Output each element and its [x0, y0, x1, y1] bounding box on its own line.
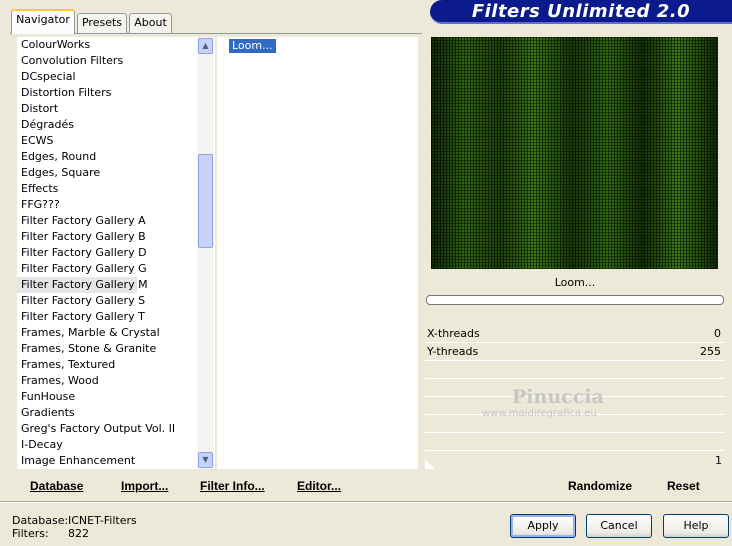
reset-button[interactable]: Reset: [667, 479, 700, 493]
param-slot-empty: [425, 361, 725, 379]
cancel-button[interactable]: Cancel: [586, 514, 652, 538]
status-key: Database:: [12, 514, 69, 527]
category-item[interactable]: Filter Factory Gallery A: [17, 213, 197, 229]
import-button[interactable]: Import...: [121, 479, 168, 493]
category-item[interactable]: FunHouse: [17, 389, 197, 405]
category-item[interactable]: Filter Factory Gallery T: [17, 309, 197, 325]
filter-info-button[interactable]: Filter Info...: [200, 479, 265, 493]
param-value: 255: [700, 345, 721, 358]
param-x-threads[interactable]: X-threads 0: [425, 325, 725, 343]
param-slot-empty: [425, 433, 725, 451]
editor-button[interactable]: Editor...: [297, 479, 341, 493]
slider-value: 1: [715, 454, 722, 467]
filter-item-loom[interactable]: Loom...: [229, 39, 276, 53]
category-item[interactable]: Image Enhancement: [17, 453, 197, 469]
category-item[interactable]: Edges, Square: [17, 165, 197, 181]
chevron-up-icon: ▲: [202, 41, 209, 50]
bottom-toolbar: Database Import... Filter Info... Editor…: [10, 472, 422, 498]
category-item[interactable]: ColourWorks: [17, 37, 197, 53]
status-database: Database:ICNET-Filters: [12, 514, 137, 527]
slider-handle[interactable]: [425, 459, 435, 469]
progress-bar: [426, 295, 724, 305]
param-value: 0: [714, 327, 721, 340]
category-list[interactable]: ColourWorks Convolution Filters DCspecial D…: [17, 37, 215, 469]
category-item[interactable]: Filter Factory Gallery S: [17, 293, 197, 309]
preview-image: [431, 37, 718, 269]
category-item[interactable]: Filter Factory Gallery D: [17, 245, 197, 261]
category-item[interactable]: I-Decay: [17, 437, 197, 453]
status-filters: Filters: 822: [12, 527, 89, 540]
category-item[interactable]: Filter Factory Gallery G: [17, 261, 197, 277]
category-item[interactable]: Dégradés: [17, 117, 197, 133]
category-item[interactable]: Frames, Wood: [17, 373, 197, 389]
filter-list[interactable]: Loom...: [217, 37, 418, 469]
preview-filter-name: Loom...: [554, 276, 596, 289]
category-item[interactable]: Edges, Round: [17, 149, 197, 165]
tab-presets[interactable]: Presets: [77, 13, 127, 33]
category-item[interactable]: ECWS: [17, 133, 197, 149]
param-name: X-threads: [427, 327, 480, 340]
chevron-down-icon: ▼: [202, 455, 209, 464]
randomize-button[interactable]: Randomize: [568, 479, 632, 493]
category-item[interactable]: FFG???: [17, 197, 197, 213]
status-key: Filters:: [12, 527, 49, 540]
app-banner: Filters Unlimited 2.0: [430, 0, 732, 24]
category-item[interactable]: DCspecial: [17, 69, 197, 85]
category-item[interactable]: Distortion Filters: [17, 85, 197, 101]
separator-highlight: [0, 502, 732, 503]
category-item[interactable]: Gradients: [17, 405, 197, 421]
category-item[interactable]: Distort: [17, 101, 197, 117]
tab-navigator[interactable]: Navigator: [11, 9, 75, 34]
watermark-title: Pinuccia: [512, 386, 604, 408]
database-button[interactable]: Database: [30, 479, 83, 493]
category-item[interactable]: Frames, Textured: [17, 357, 197, 373]
param-name: Y-threads: [427, 345, 479, 358]
category-item[interactable]: Filter Factory Gallery B: [17, 229, 197, 245]
apply-button[interactable]: Apply: [510, 514, 576, 538]
scroll-thumb[interactable]: [198, 154, 213, 248]
scroll-up-button[interactable]: ▲: [198, 38, 213, 54]
category-item[interactable]: Frames, Marble & Crystal: [17, 325, 197, 341]
category-items: ColourWorks Convolution Filters DCspecial D…: [17, 37, 197, 469]
tab-about[interactable]: About: [129, 13, 172, 33]
category-item[interactable]: Frames, Stone & Granite: [17, 341, 197, 357]
category-item[interactable]: Greg's Factory Output Vol. II: [17, 421, 197, 437]
scroll-down-button[interactable]: ▼: [198, 452, 213, 468]
help-button[interactable]: Help: [663, 514, 729, 538]
status-value: ICNET-Filters: [68, 514, 137, 527]
category-item[interactable]: Filter Factory Gallery M: [17, 277, 148, 293]
watermark-url: www.maidiregrafica.eu: [482, 408, 597, 419]
status-value: 822: [68, 527, 89, 540]
category-scrollbar[interactable]: ▲ ▼: [197, 37, 214, 469]
category-item[interactable]: Convolution Filters: [17, 53, 197, 69]
param-y-threads[interactable]: Y-threads 255: [425, 343, 725, 361]
category-item[interactable]: Effects: [17, 181, 197, 197]
